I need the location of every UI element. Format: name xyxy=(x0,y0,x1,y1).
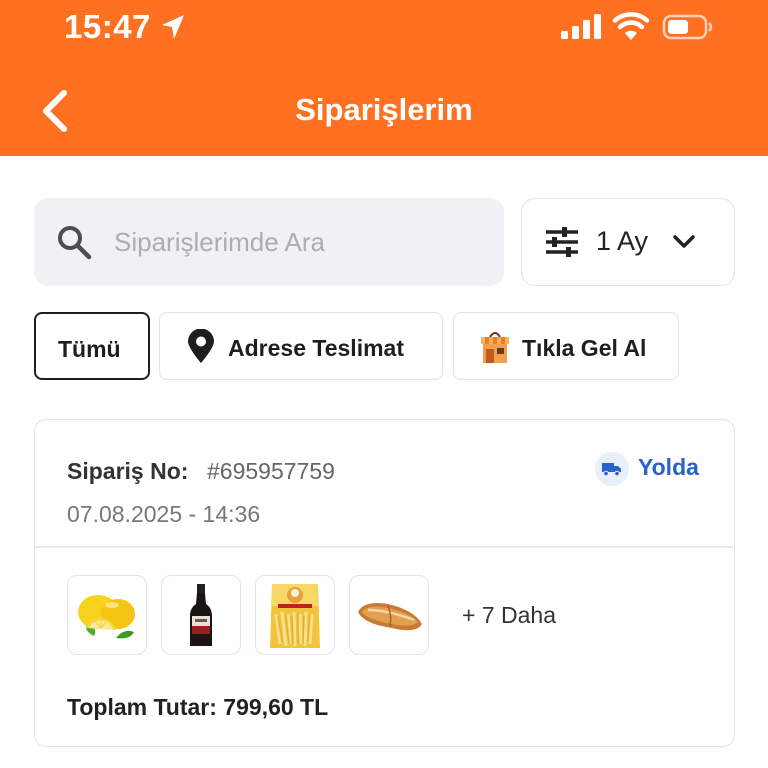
order-total: Toplam Tutar: 799,60 TL xyxy=(67,694,329,720)
tab-click-collect-label: Tıkla Gel Al xyxy=(522,335,647,361)
store-icon xyxy=(481,332,509,363)
tab-click-collect[interactable]: Tıkla Gel Al xyxy=(453,312,679,380)
chevron-down-icon xyxy=(673,235,695,248)
app-header: 15:47 Siparişlerim xyxy=(0,0,768,156)
order-number-label: Sipariş No: xyxy=(67,458,189,484)
bread-product-icon xyxy=(358,603,422,631)
search-icon xyxy=(58,226,92,260)
product-thumbnail-3[interactable] xyxy=(255,575,335,655)
truck-icon xyxy=(602,463,621,477)
tab-all-label: Tümü xyxy=(58,336,121,362)
lemon-product-icon xyxy=(78,595,135,639)
location-pin-icon xyxy=(188,329,214,363)
order-status: Yolda xyxy=(638,454,699,480)
battery-icon xyxy=(662,14,713,40)
tab-all[interactable]: Tümü xyxy=(34,312,150,380)
wifi-icon xyxy=(612,12,650,40)
search-input[interactable] xyxy=(114,222,484,262)
date-filter-value: 1 Ay xyxy=(596,226,649,256)
product-thumbnail-1[interactable] xyxy=(67,575,147,655)
location-arrow-icon xyxy=(162,15,184,39)
card-divider xyxy=(35,546,733,548)
cellular-signal-icon xyxy=(561,14,601,39)
pasta-package-product-icon xyxy=(270,584,320,648)
tab-address-delivery[interactable]: Adrese Teslimat xyxy=(159,312,443,380)
truck-icon-circle xyxy=(595,452,629,486)
status-time: 15:47 xyxy=(64,8,151,45)
order-card[interactable]: Sipariş No: #695957759 07.08.2025 - 14:3… xyxy=(34,419,735,747)
more-products-label: + 7 Daha xyxy=(462,602,556,628)
product-thumbnail-4[interactable] xyxy=(349,575,429,655)
order-date: 07.08.2025 - 14:36 xyxy=(67,501,261,527)
bottle-product-icon xyxy=(190,584,212,646)
product-thumbnail-2[interactable] xyxy=(161,575,241,655)
sliders-icon xyxy=(546,227,578,257)
order-number: #695957759 xyxy=(207,458,335,484)
tab-address-delivery-label: Adrese Teslimat xyxy=(228,335,404,361)
page-title: Siparişlerim xyxy=(295,92,473,127)
